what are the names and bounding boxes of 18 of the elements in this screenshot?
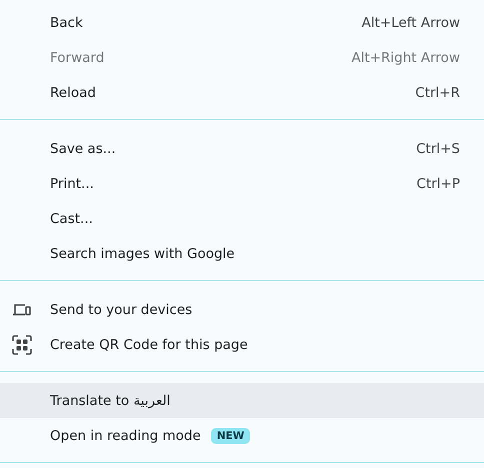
qr-code-icon	[12, 334, 32, 354]
devices-icon	[12, 302, 32, 318]
menu-item[interactable]: Back Alt+Left Arrow	[0, 5, 484, 40]
menu-item[interactable]: Send to your devices	[0, 292, 484, 327]
menu-item[interactable]: Print... Ctrl+P	[0, 166, 484, 201]
menu-item[interactable]: Create QR Code for this page	[0, 327, 484, 362]
menu-item[interactable]: Search images with Google	[0, 236, 484, 271]
shortcut-text: Ctrl+P	[416, 176, 460, 192]
shortcut-text: Alt+Right Arrow	[351, 50, 460, 66]
shortcut-text: Alt+Left Arrow	[362, 14, 460, 30]
menu-item[interactable]: Cast...	[0, 201, 484, 236]
menu-item[interactable]: Translate to العربية	[0, 383, 484, 418]
shortcut-text: Ctrl+R	[415, 84, 460, 100]
new-badge: NEW	[210, 428, 250, 444]
shortcut-text: Ctrl+S	[416, 140, 460, 156]
menu-item[interactable]: Reload Ctrl+R	[0, 75, 484, 110]
menu-item[interactable]: Open in reading mode NEW	[0, 418, 484, 453]
menu-item[interactable]: Save as... Ctrl+S	[0, 131, 484, 166]
